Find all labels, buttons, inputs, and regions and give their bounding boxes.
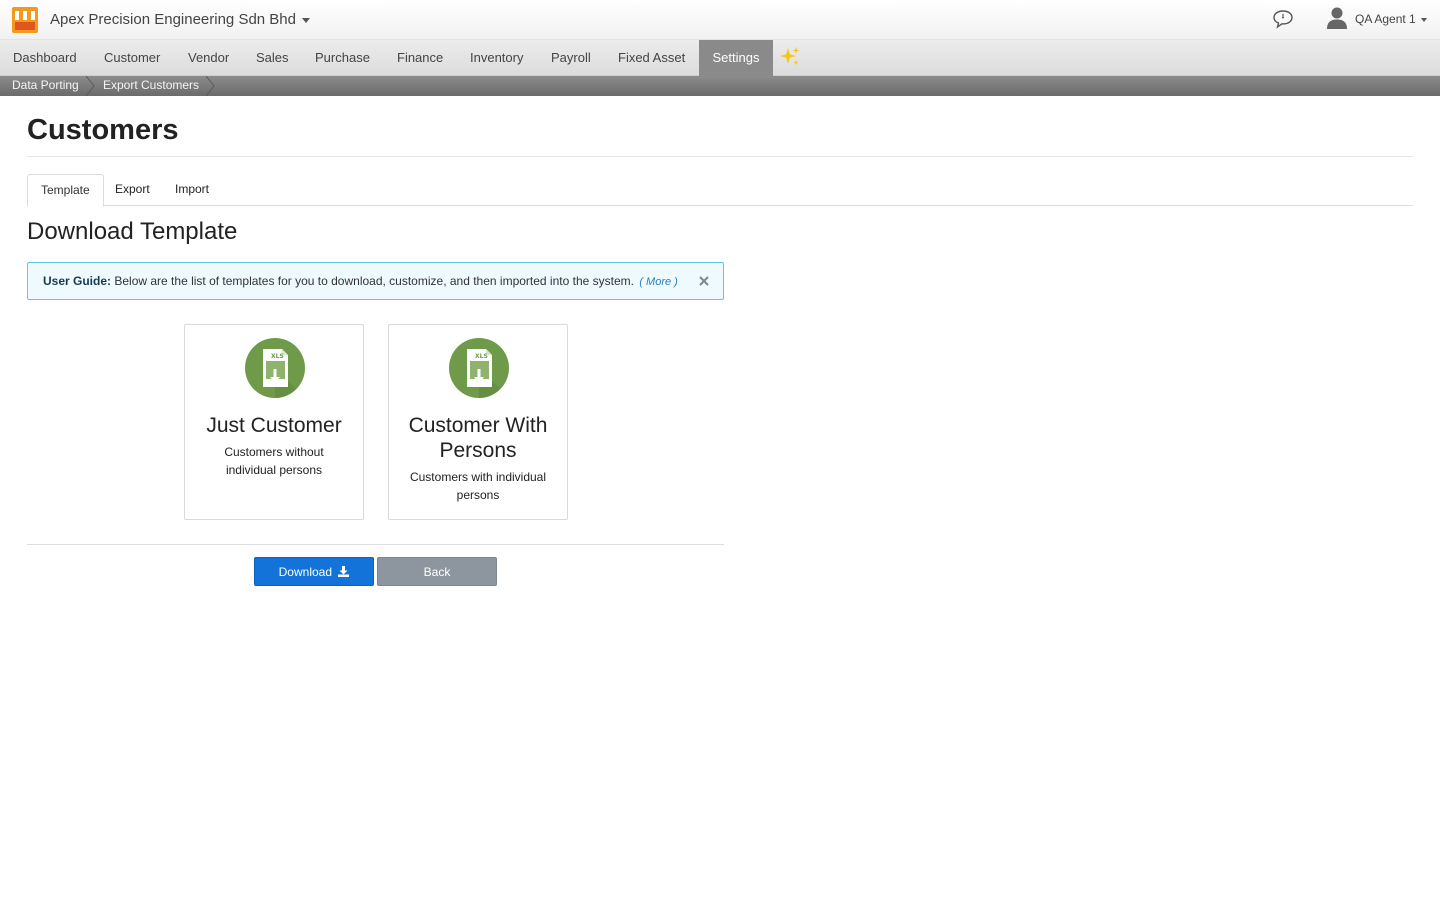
svg-text:XLS: XLS	[475, 353, 488, 360]
nav-item-vendor[interactable]: Vendor	[175, 40, 242, 76]
user-guide-message: Below are the list of templates for you …	[114, 274, 634, 288]
download-button[interactable]: Download	[254, 557, 374, 586]
breadcrumb-data-porting[interactable]: Data Porting	[12, 76, 79, 96]
user-menu[interactable]: QA Agent 1	[1355, 12, 1427, 26]
template-card-customer-with-persons[interactable]: XLS Customer With Persons Customers with…	[388, 324, 568, 520]
close-icon[interactable]	[697, 273, 711, 289]
template-card-just-customer[interactable]: XLS Just Customer Customers without indi…	[184, 324, 364, 520]
user-name: QA Agent 1	[1355, 12, 1416, 26]
top-bar: Apex Precision Engineering Sdn Bhd QA Ag…	[0, 0, 1440, 40]
download-button-label: Download	[278, 565, 333, 579]
back-button[interactable]: Back	[377, 557, 497, 586]
nav-item-inventory[interactable]: Inventory	[457, 40, 536, 76]
company-name: Apex Precision Engineering Sdn Bhd	[50, 11, 296, 28]
download-icon	[338, 566, 350, 577]
sparkles-icon[interactable]	[779, 46, 801, 68]
xls-download-icon: XLS	[449, 338, 509, 398]
nav-item-fixed-asset[interactable]: Fixed Asset	[605, 40, 698, 76]
user-icon[interactable]	[1326, 6, 1348, 30]
user-guide-label: User Guide:	[43, 274, 112, 288]
card-title: Customer With Persons	[408, 414, 548, 462]
company-switcher[interactable]: Apex Precision Engineering Sdn Bhd	[50, 11, 310, 28]
tab-import[interactable]: Import	[162, 174, 222, 206]
xls-download-icon: XLS	[245, 338, 305, 398]
chevron-down-icon	[1420, 17, 1427, 22]
page-title: Customers	[27, 114, 179, 146]
breadcrumb: Data Porting Export Customers	[0, 76, 1440, 96]
store-icon[interactable]	[12, 7, 38, 33]
user-guide-alert: User Guide: Below are the list of templa…	[27, 262, 724, 300]
chat-bubble-icon[interactable]	[1272, 8, 1294, 30]
nav-item-settings[interactable]: Settings	[699, 40, 773, 76]
tab-template[interactable]: Template	[27, 174, 104, 207]
more-link[interactable]: ( More )	[639, 276, 678, 288]
card-description: Customers with individual persons	[409, 470, 547, 502]
user-guide-text: User Guide: Below are the list of templa…	[43, 274, 678, 288]
nav-item-purchase[interactable]: Purchase	[302, 40, 383, 76]
breadcrumb-separator	[206, 76, 215, 96]
card-description: Customers without individual persons	[224, 445, 324, 477]
nav-item-dashboard[interactable]: Dashboard	[0, 40, 90, 76]
divider	[27, 544, 724, 545]
breadcrumb-separator	[86, 76, 95, 96]
nav-item-payroll[interactable]: Payroll	[538, 40, 604, 76]
card-title: Just Customer	[206, 414, 342, 437]
nav-item-finance[interactable]: Finance	[384, 40, 456, 76]
chevron-down-icon	[302, 17, 310, 23]
nav-item-customer[interactable]: Customer	[91, 40, 173, 76]
svg-text:XLS: XLS	[271, 353, 284, 360]
divider	[27, 156, 1413, 157]
tab-bar: Template Export Import	[27, 174, 1413, 207]
section-title: Download Template	[27, 218, 238, 245]
breadcrumb-export-customers[interactable]: Export Customers	[103, 76, 199, 96]
main-nav: Dashboard Customer Vendor Sales Purchase…	[0, 40, 1440, 76]
nav-item-sales[interactable]: Sales	[243, 40, 302, 76]
tab-export[interactable]: Export	[102, 174, 163, 206]
